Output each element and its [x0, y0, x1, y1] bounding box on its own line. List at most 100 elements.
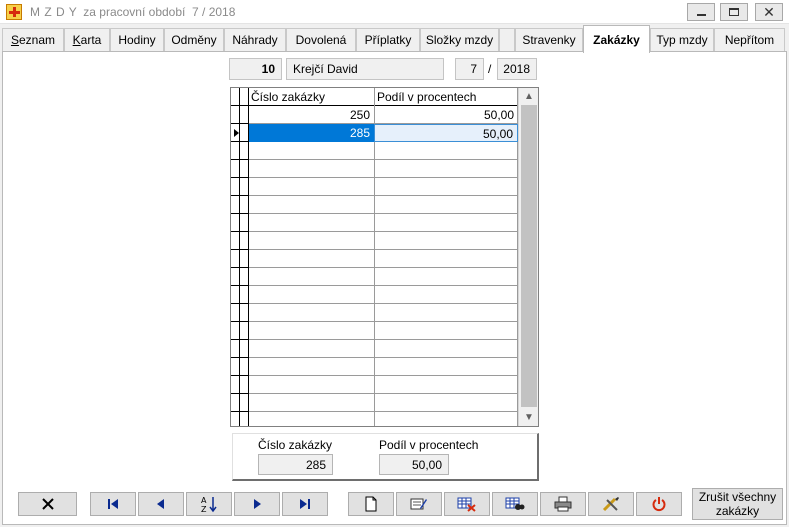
row-indicator-cell [231, 160, 249, 178]
close-icon: ✕ [763, 4, 775, 20]
empty-table-row[interactable] [249, 142, 518, 160]
next-record-button[interactable] [234, 492, 280, 516]
window-title: M Z D Y za pracovní období 7 / 2018 [30, 5, 235, 19]
empty-table-row[interactable] [249, 286, 518, 304]
exit-button[interactable] [636, 492, 682, 516]
row-indicator-cell [231, 340, 249, 358]
sort-button[interactable]: AZ [186, 492, 232, 516]
tab-odmeny[interactable]: Odměny [164, 28, 224, 51]
tab-nepritom[interactable]: Nepřítom [714, 28, 785, 51]
app-icon [6, 4, 22, 20]
row-indicator-cell [231, 394, 249, 412]
column-header-cislo[interactable]: Číslo zakázky [249, 88, 375, 106]
tab-stravenky[interactable]: Stravenky [515, 28, 583, 51]
empty-table-row[interactable] [249, 304, 518, 322]
empty-table-row[interactable] [249, 322, 518, 340]
empty-table-row[interactable] [249, 268, 518, 286]
tab-label: Stravenky [522, 33, 576, 47]
power-icon [652, 497, 666, 512]
tab-label: Typ mzdy [656, 33, 708, 47]
row-indicator-cell [231, 196, 249, 214]
close-form-button[interactable] [18, 492, 77, 516]
tab-nahrady[interactable]: Náhrady [224, 28, 286, 51]
scroll-up-button[interactable]: ▲ [519, 88, 538, 105]
empty-table-row[interactable] [249, 178, 518, 196]
tab-label: Odměny [171, 33, 217, 47]
find-record-button[interactable] [492, 492, 538, 516]
tab-seznam[interactable]: Seznam [2, 28, 64, 51]
tab-karta[interactable]: Karta [64, 28, 110, 51]
empty-table-row[interactable] [249, 232, 518, 250]
minimize-icon [696, 14, 706, 16]
employee-name-field: Krejčí David [286, 58, 444, 80]
row-indicator-cell [231, 412, 249, 426]
maximize-icon [729, 8, 739, 16]
row-indicator-cell [231, 268, 249, 286]
tab-label: Hodiny [118, 33, 156, 47]
table-row[interactable]: 250 50,00 [249, 106, 518, 124]
row-indicator-cell [231, 376, 249, 394]
empty-table-row[interactable] [249, 196, 518, 214]
cell-cislo[interactable]: 285 [249, 124, 374, 142]
row-indicator-cell [231, 250, 249, 268]
tools-button[interactable] [588, 492, 634, 516]
tab-blank[interactable] [499, 28, 515, 51]
scroll-down-button[interactable]: ▼ [519, 409, 538, 426]
row-indicator-cell [231, 178, 249, 196]
empty-table-row[interactable] [249, 412, 518, 426]
tab-label: Zakázky [593, 32, 640, 47]
tools-icon [602, 497, 619, 512]
table-row-selected[interactable]: 285 50,00 [249, 124, 518, 142]
tab-bar: Seznam Karta Hodiny Odměny Náhrady Dovol… [2, 25, 787, 53]
tab-slozky-mzdy[interactable]: Složky mzdy [420, 28, 499, 51]
title-bar: M Z D Y za pracovní období 7 / 2018 ✕ [0, 0, 789, 24]
period-year-field: 2018 [497, 58, 537, 80]
first-record-icon [108, 499, 118, 509]
tab-label: Karta [72, 33, 102, 47]
cell-cislo[interactable]: 250 [249, 106, 374, 124]
minimize-button[interactable] [687, 3, 715, 21]
column-header-podil[interactable]: Podíl v procentech [375, 88, 518, 106]
tab-label: Složky mzdy [425, 33, 494, 47]
empty-table-row[interactable] [249, 340, 518, 358]
maximize-button[interactable] [720, 3, 748, 21]
print-button[interactable] [540, 492, 586, 516]
tab-dovolena[interactable]: Dovolená [286, 28, 356, 51]
empty-table-row[interactable] [249, 250, 518, 268]
previous-record-icon [157, 499, 164, 509]
empty-table-row[interactable] [249, 394, 518, 412]
tab-hodiny[interactable]: Hodiny [110, 28, 164, 51]
delete-table-icon [457, 497, 476, 512]
period-separator: / [488, 62, 492, 76]
empty-table-row[interactable] [249, 358, 518, 376]
empty-table-row[interactable] [249, 376, 518, 394]
employee-number-field: 10 [229, 58, 282, 80]
podil-input[interactable]: 50,00 [379, 454, 449, 475]
delete-record-button[interactable] [444, 492, 490, 516]
edit-record-button[interactable] [396, 492, 442, 516]
close-window-button[interactable]: ✕ [755, 3, 783, 21]
row-indicator-cell [231, 214, 249, 232]
empty-table-row[interactable] [249, 214, 518, 232]
podil-label: Podíl v procentech [379, 438, 479, 452]
empty-table-row[interactable] [249, 160, 518, 178]
cell-podil[interactable]: 50,00 [374, 106, 518, 124]
cancel-all-orders-button[interactable]: Zrušit všechny zakázky [692, 488, 783, 520]
zakazky-grid[interactable]: Číslo zakázky Podíl v procentech 250 50,… [230, 87, 539, 427]
tab-zakazky[interactable]: Zakázky [583, 25, 650, 53]
last-record-button[interactable] [282, 492, 328, 516]
tab-typ-mzdy[interactable]: Typ mzdy [650, 28, 714, 51]
tab-priplatky[interactable]: Příplatky [356, 28, 420, 51]
search-table-icon [505, 497, 525, 510]
tab-label: Náhrady [232, 33, 278, 47]
row-indicator-cell [231, 232, 249, 250]
previous-record-button[interactable] [138, 492, 184, 516]
current-row-indicator [231, 124, 249, 142]
cislo-zakazky-input[interactable]: 285 [258, 454, 333, 475]
new-record-button[interactable] [348, 492, 394, 516]
scroll-thumb[interactable] [521, 105, 537, 407]
cell-podil[interactable]: 50,00 [374, 124, 518, 142]
grid-vertical-scrollbar[interactable]: ▲ ▼ [518, 88, 538, 426]
sort-az-icon: AZ [201, 496, 217, 513]
first-record-button[interactable] [90, 492, 136, 516]
